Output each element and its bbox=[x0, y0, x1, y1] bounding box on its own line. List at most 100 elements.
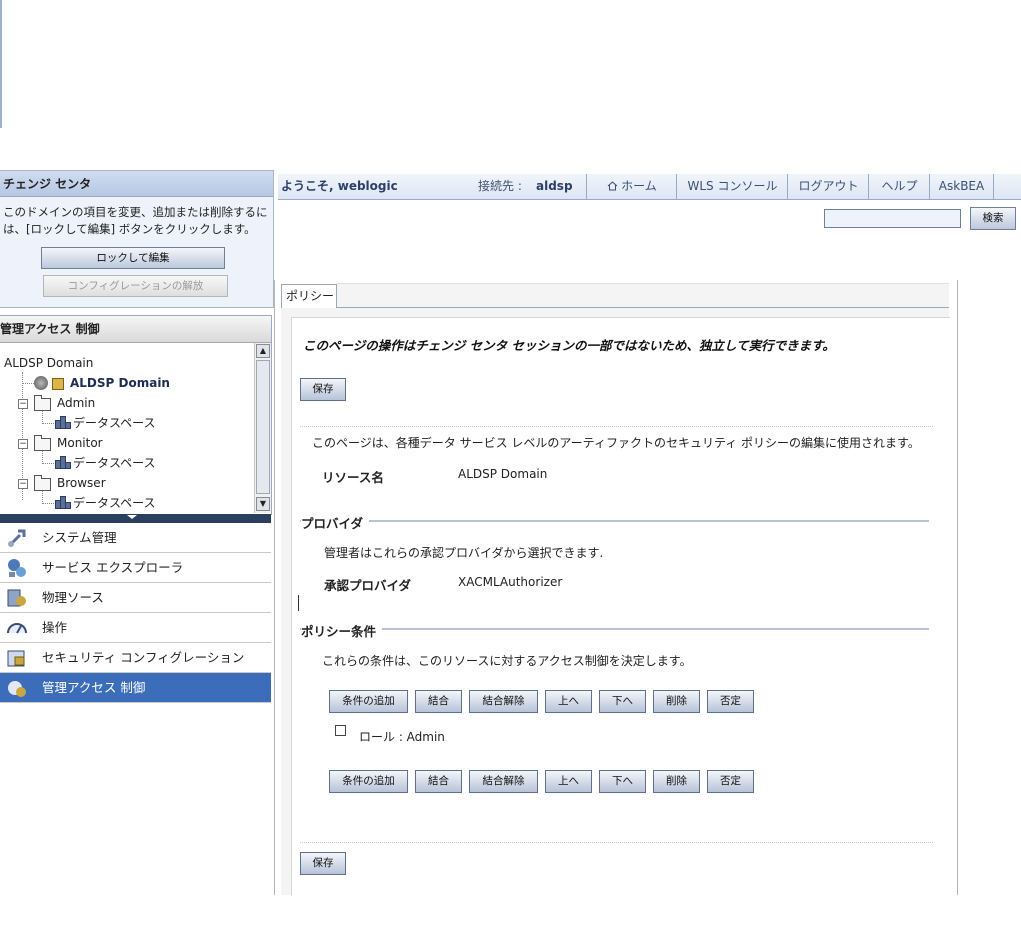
move-down-button[interactable]: 下へ bbox=[599, 690, 646, 713]
policy-conditions-title: ポリシー条件 bbox=[301, 621, 383, 640]
delete-button[interactable]: 削除 bbox=[653, 690, 700, 713]
page-description: このページは、各種データ サービス レベルのアーティファクトのセキュリティ ポリ… bbox=[312, 436, 920, 450]
service-explorer-icon bbox=[8, 559, 26, 577]
folder-icon bbox=[34, 475, 51, 491]
tree-root[interactable]: ALDSP Domain bbox=[4, 354, 93, 372]
nav-item-operations[interactable]: 操作 bbox=[0, 613, 271, 643]
home-icon bbox=[607, 181, 618, 191]
top-bar: ようこそ, weblogic 接続先 : aldsp ホーム WLS コンソール… bbox=[278, 174, 1021, 200]
nav-collapse-bar[interactable] bbox=[0, 514, 271, 523]
corner-mark bbox=[0, 0, 5, 128]
logout-link[interactable]: ログアウト bbox=[787, 174, 869, 199]
uncombine-button[interactable]: 結合解除 bbox=[469, 690, 538, 713]
physical-source-icon bbox=[7, 589, 26, 607]
move-up-button[interactable]: 上へ bbox=[545, 690, 592, 713]
askbea-link[interactable]: AskBEA bbox=[929, 174, 994, 199]
nav-item-physical-source[interactable]: 物理ソース bbox=[0, 583, 271, 613]
section-rule bbox=[300, 628, 929, 630]
scroll-down-icon[interactable]: ▼ bbox=[256, 497, 270, 511]
provider-section-title: プロバイダ bbox=[301, 513, 370, 532]
search-button[interactable]: 検索 bbox=[970, 207, 1016, 230]
nav-item-admin-access[interactable]: 管理アクセス 制御 bbox=[0, 673, 271, 703]
search-input[interactable] bbox=[824, 209, 961, 228]
role-condition-label: ロール : Admin bbox=[359, 730, 445, 744]
admin-access-tree: ALDSP Domain ALDSP Domain − Admin データスペー… bbox=[0, 343, 254, 513]
admin-access-panel: 管理アクセス 制御 ALDSP Domain ALDSP Domain − Ad… bbox=[0, 315, 272, 515]
nav-label: 管理アクセス 制御 bbox=[42, 680, 146, 695]
move-up-button[interactable]: 上へ bbox=[545, 770, 592, 793]
nav-label: 物理ソース bbox=[42, 590, 104, 605]
connected-value: aldsp bbox=[536, 179, 573, 193]
dataspace-icon bbox=[55, 496, 71, 509]
resource-name-value: ALDSP Domain bbox=[458, 467, 548, 481]
tree-item-aldsp-domain[interactable]: ALDSP Domain bbox=[70, 374, 170, 392]
delete-button[interactable]: 削除 bbox=[653, 770, 700, 793]
globe-icon bbox=[34, 376, 48, 390]
tab-policy[interactable]: ポリシー bbox=[281, 284, 337, 308]
nav-label: サービス エクスプローラ bbox=[42, 560, 184, 575]
text-cursor bbox=[298, 595, 299, 611]
wls-console-link[interactable]: WLS コンソール bbox=[676, 174, 788, 199]
provider-description: 管理者はこれらの承認プロバイダから選択できます. bbox=[324, 546, 604, 560]
collapse-icon[interactable]: − bbox=[18, 479, 28, 489]
wrench-icon bbox=[8, 529, 26, 547]
admin-access-title: 管理アクセス 制御 bbox=[0, 316, 271, 343]
tree-item-monitor[interactable]: Monitor bbox=[57, 434, 103, 452]
nav-label: システム管理 bbox=[42, 530, 117, 545]
tab-divider bbox=[281, 307, 949, 308]
policy-conditions-description: これらの条件は、このリソースに対するアクセス制御を決定します。 bbox=[322, 654, 692, 668]
dataspace-icon bbox=[55, 416, 71, 429]
save-button[interactable]: 保存 bbox=[300, 378, 346, 401]
tree-line bbox=[42, 503, 54, 504]
folder-icon bbox=[34, 435, 51, 451]
nav-item-service-explorer[interactable]: サービス エクスプローラ bbox=[0, 553, 271, 583]
role-condition-checkbox[interactable] bbox=[335, 725, 346, 736]
policy-content bbox=[291, 317, 950, 896]
negate-button[interactable]: 否定 bbox=[707, 690, 754, 713]
collapse-icon[interactable]: − bbox=[18, 399, 28, 409]
divider bbox=[300, 842, 933, 843]
connected-label: 接続先 : bbox=[478, 179, 522, 193]
tree-item-dataspace[interactable]: データスペース bbox=[73, 414, 156, 432]
home-link[interactable]: ホーム bbox=[586, 174, 677, 199]
add-condition-button[interactable]: 条件の追加 bbox=[329, 770, 408, 793]
uncombine-button[interactable]: 結合解除 bbox=[469, 770, 538, 793]
move-down-button[interactable]: 下へ bbox=[599, 770, 646, 793]
tree-item-dataspace[interactable]: データスペース bbox=[73, 494, 156, 512]
nav-item-security-config[interactable]: セキュリティ コンフィグレーション bbox=[0, 643, 271, 673]
lock-icon bbox=[52, 378, 64, 390]
authorization-provider-label: 承認プロバイダ bbox=[324, 578, 412, 593]
tree-line bbox=[42, 463, 54, 464]
lock-and-edit-button[interactable]: ロックして編集 bbox=[41, 247, 225, 269]
scroll-thumb[interactable] bbox=[256, 360, 270, 494]
scroll-up-icon[interactable]: ▲ bbox=[256, 344, 270, 358]
nav-label: セキュリティ コンフィグレーション bbox=[42, 650, 245, 665]
save-button[interactable]: 保存 bbox=[300, 852, 346, 875]
operations-gauge-icon bbox=[7, 623, 27, 634]
dataspace-icon bbox=[55, 456, 71, 469]
change-center-description: このドメインの項目を変更、追加または削除するには、[ロックして編集] ボタンをク… bbox=[3, 205, 268, 236]
change-center-title: チェンジ センタ bbox=[0, 171, 273, 197]
session-notice: このページの操作はチェンジ センタ セッションの一部ではないため、独立して実行で… bbox=[303, 338, 835, 353]
tree-scrollbar[interactable]: ▲ ▼ bbox=[254, 343, 271, 513]
tab-strip bbox=[337, 283, 949, 308]
welcome-text: ようこそ, weblogic bbox=[281, 179, 398, 193]
release-configuration-button[interactable]: コンフィグレーションの解放 bbox=[43, 275, 228, 297]
help-link[interactable]: ヘルプ bbox=[868, 174, 930, 199]
tree-item-admin[interactable]: Admin bbox=[57, 394, 95, 412]
combine-button[interactable]: 結合 bbox=[415, 690, 462, 713]
combine-button[interactable]: 結合 bbox=[415, 770, 462, 793]
divider bbox=[300, 426, 933, 427]
admin-access-icon bbox=[8, 681, 26, 697]
tree-item-dataspace[interactable]: データスペース bbox=[73, 454, 156, 472]
security-config-icon bbox=[7, 650, 25, 667]
negate-button[interactable]: 否定 bbox=[707, 770, 754, 793]
nav-item-system-admin[interactable]: システム管理 bbox=[0, 523, 271, 553]
tree-item-browser[interactable]: Browser bbox=[57, 474, 106, 492]
add-condition-button[interactable]: 条件の追加 bbox=[329, 690, 408, 713]
authorization-provider-value: XACMLAuthorizer bbox=[458, 575, 563, 589]
tree-line bbox=[42, 423, 54, 424]
collapse-icon[interactable]: − bbox=[18, 439, 28, 449]
resource-name-label: リソース名 bbox=[322, 470, 384, 485]
home-link-label: ホーム bbox=[621, 179, 657, 193]
